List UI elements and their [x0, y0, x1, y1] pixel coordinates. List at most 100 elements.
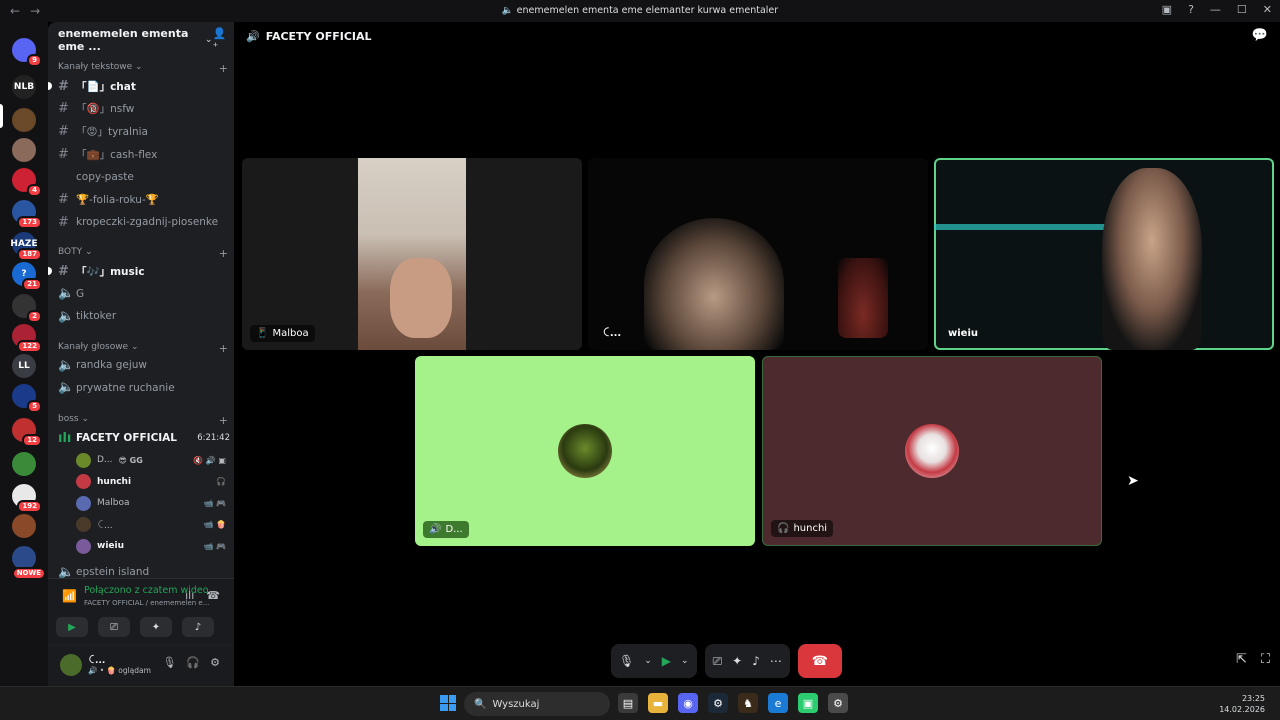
text-channel[interactable]: copy-paste	[58, 167, 230, 187]
video-tile-malboa[interactable]: 📱 Malboa	[242, 158, 582, 350]
avatar	[76, 452, 91, 468]
voice-user[interactable]: D... 😎 GG 🔇 🔊 ▣	[76, 450, 226, 470]
invite-people-icon[interactable]: 👤⁺	[212, 27, 228, 53]
add-channel-icon[interactable]: +	[219, 62, 228, 75]
edge-icon[interactable]: e	[768, 693, 788, 713]
headphones-icon[interactable]: 🎧	[186, 656, 200, 669]
category-voice[interactable]: Kanały głosowe ⌄ +	[58, 342, 228, 355]
add-channel-icon[interactable]: +	[219, 342, 228, 355]
server-4-icon[interactable]: 4	[12, 168, 42, 197]
inbox-icon[interactable]: ▣	[1162, 3, 1172, 16]
mention-badge: 12	[22, 434, 42, 447]
category-boss[interactable]: boss ⌄ +	[58, 414, 228, 427]
mention-badge: 122	[17, 340, 42, 353]
disconnect-icon[interactable]: ☎	[206, 589, 220, 602]
screen-share-icon[interactable]: ⎚	[713, 654, 723, 669]
activities-icon[interactable]: ✦	[732, 654, 742, 668]
hash-icon: #	[58, 123, 69, 139]
file-explorer-icon[interactable]: ▬	[648, 693, 668, 713]
microphone-icon[interactable]: 🎙	[619, 654, 634, 668]
server-2-icon[interactable]	[12, 108, 36, 132]
video-tile-hunchi[interactable]: 🎧 hunchi	[762, 356, 1102, 546]
channel-name: 「📄」chat	[76, 80, 136, 93]
guild-header[interactable]: enememelen ementa eme ... ⌄ 👤⁺	[58, 27, 228, 53]
server-3-icon[interactable]	[12, 138, 36, 162]
app-icon[interactable]: ▣	[798, 693, 818, 713]
video-tile-user4[interactable]: 🔊 D...	[415, 356, 755, 546]
disconnect-button[interactable]: ☎	[797, 644, 842, 678]
avatar[interactable]	[60, 654, 82, 676]
soundboard-button[interactable]: ♪	[182, 617, 214, 637]
mention-badge: 192	[17, 500, 42, 513]
fullscreen-icon[interactable]: ⛶	[1261, 652, 1270, 667]
voice-channel[interactable]: 🔈 prywatne ruchanie	[58, 378, 230, 398]
voice-user[interactable]: Malboa 📹 🎮	[76, 493, 226, 513]
discord-home-icon[interactable]: 9	[12, 38, 42, 67]
server-5-icon[interactable]: 173	[12, 200, 42, 229]
camera-icon[interactable]: ▶	[662, 654, 671, 668]
video-tile-wieiu[interactable]: wieiu	[934, 158, 1274, 350]
more-options-icon[interactable]: ⋯	[770, 654, 782, 668]
text-channel[interactable]: # 「📄」chat	[48, 76, 230, 96]
windows-start-icon[interactable]	[440, 695, 456, 711]
microphone-icon[interactable]: 🎙	[162, 656, 176, 669]
server-nlb-icon[interactable]: NLB	[12, 75, 36, 99]
server-11-icon[interactable]: 5	[12, 384, 42, 413]
screen-share-button[interactable]: ⎚	[98, 617, 130, 637]
server-15-icon[interactable]	[12, 514, 36, 538]
chevron-down-icon[interactable]: ⌄	[681, 656, 689, 666]
taskbar-search[interactable]: 🔍 Wyszukaj	[464, 692, 610, 716]
close-icon[interactable]: ✕	[1263, 3, 1272, 16]
game-icon[interactable]: ♞	[738, 693, 758, 713]
text-channel[interactable]: # 「😡」tyralnia	[58, 121, 230, 141]
pop-out-icon[interactable]: ⇱	[1236, 652, 1247, 667]
user-name[interactable]: ꉔ...	[88, 654, 105, 666]
channel-name: 🏆-folia-roku-🏆	[76, 194, 159, 206]
video-tile-user2[interactable]: ꉔ...	[588, 158, 928, 350]
help-icon[interactable]: ?	[1188, 3, 1194, 16]
server-pepe-icon[interactable]	[12, 452, 36, 476]
soundboard-icon: ♪	[194, 621, 202, 633]
steam-icon[interactable]: ⚙	[708, 693, 728, 713]
voice-user[interactable]: wieiu 📹 🎮	[76, 536, 226, 556]
settings-gear-icon[interactable]: ⚙	[210, 656, 220, 669]
discord-icon[interactable]: ◉	[678, 693, 698, 713]
chevron-down-icon[interactable]: ⌄	[644, 656, 652, 666]
server-haze-icon[interactable]: HAZE 187	[10, 232, 42, 261]
camera-button[interactable]: ▶	[56, 617, 88, 637]
add-channel-icon[interactable]: +	[219, 247, 228, 260]
minimize-icon[interactable]: —	[1210, 3, 1221, 16]
text-channel[interactable]: # kropeczki-zgadnij-piosenke	[58, 212, 230, 232]
voice-channel[interactable]: 🔈 tiktoker	[58, 306, 230, 326]
category-text[interactable]: Kanały tekstowe ⌄ +	[58, 62, 228, 75]
server-8-icon[interactable]: 2	[12, 294, 42, 323]
text-channel[interactable]: # 「🎶」music	[48, 261, 230, 281]
text-channel[interactable]: # 🏆-folia-roku-🏆	[58, 190, 230, 210]
noise-suppression-icon[interactable]: ılı	[185, 589, 194, 602]
voice-user[interactable]: hunchi 🎧	[76, 472, 226, 492]
category-bots[interactable]: BOTY ⌄ +	[58, 247, 228, 260]
maximize-icon[interactable]: ☐	[1237, 3, 1247, 16]
task-view-icon[interactable]: ▤	[618, 693, 638, 713]
server-ll-icon[interactable]: LL	[12, 354, 36, 378]
soundboard-icon[interactable]: ♪	[752, 654, 760, 668]
server-9-icon[interactable]: 122	[12, 324, 42, 353]
taskbar-apps: ▤ ▬ ◉ ⚙ ♞ e ▣ ⚙	[618, 693, 848, 713]
text-channel[interactable]: # 「🔞」nsfw	[58, 99, 230, 119]
settings-icon[interactable]: ⚙	[828, 693, 848, 713]
active-voice-channel[interactable]: ılı FACETY OFFICIAL 6:21:42	[58, 428, 230, 448]
system-clock[interactable]: 23:25 14.02.2026	[1219, 693, 1265, 715]
activities-button[interactable]: ✦	[140, 617, 172, 637]
server-7-icon[interactable]: ? 21	[12, 262, 42, 291]
voice-channel[interactable]: 🔈 G	[58, 284, 230, 304]
voice-channel-icon: 🔊	[246, 30, 260, 43]
add-channel-icon[interactable]: +	[219, 414, 228, 427]
chat-bubble-icon[interactable]: 💬	[1252, 28, 1268, 43]
server-14-icon[interactable]: 192	[12, 484, 42, 513]
channel-name: 「😡」tyralnia	[76, 125, 148, 138]
server-16-icon[interactable]: NOWE	[11, 546, 46, 580]
text-channel[interactable]: # 「💼」cash-flex	[58, 144, 230, 164]
server-12-icon[interactable]: 12	[12, 418, 42, 447]
voice-user[interactable]: ꉔ... 📹 🍿	[76, 515, 226, 535]
voice-channel[interactable]: 🔈 randka gejuw	[58, 355, 230, 375]
